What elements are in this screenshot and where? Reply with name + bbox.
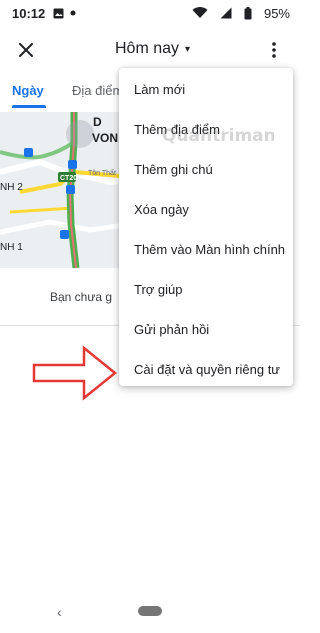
system-nav-bar: ‹ bbox=[0, 596, 300, 633]
date-selector[interactable]: Hôm nay ▾ bbox=[115, 40, 190, 58]
svg-text:Quantrimang: Quantrimang bbox=[162, 126, 274, 146]
map-label-d: D bbox=[93, 115, 102, 129]
status-bar: 10:12 95% bbox=[0, 0, 300, 26]
dropdown-arrow-icon: ▾ bbox=[185, 43, 191, 55]
more-vert-icon[interactable] bbox=[266, 38, 282, 62]
dot-icon bbox=[70, 10, 76, 16]
overflow-menu: Làm mới Thêm địa điểm Thêm ghi chú Xóa n… bbox=[119, 68, 293, 386]
app-bar: Hôm nay ▾ bbox=[0, 26, 300, 74]
map-label-street: Tôn Thất bbox=[88, 168, 116, 177]
annotation-arrow-icon bbox=[32, 345, 118, 406]
status-time: 10:12 bbox=[12, 5, 46, 21]
map-label-von: VON bbox=[92, 131, 118, 145]
close-icon[interactable] bbox=[14, 38, 38, 62]
battery-percent: 95% bbox=[263, 5, 290, 21]
page-title: Hôm nay bbox=[115, 40, 180, 57]
tab-places[interactable]: Địa điểm bbox=[72, 74, 123, 112]
menu-item-help[interactable]: Trợ giúp bbox=[119, 270, 293, 310]
wifi-icon bbox=[192, 7, 208, 19]
empty-timeline-message: Bạn chưa g bbox=[50, 290, 113, 304]
tab-day[interactable]: Ngày bbox=[12, 74, 46, 112]
menu-item-delete-day[interactable]: Xóa ngày bbox=[119, 190, 293, 230]
map-label-nh1: NH 1 bbox=[0, 242, 23, 253]
menu-item-refresh[interactable]: Làm mới bbox=[119, 70, 293, 110]
map-label-nh2: NH 2 bbox=[0, 182, 23, 193]
watermark-logo: Quantrimang bbox=[162, 122, 288, 153]
back-nav-icon[interactable]: ‹ bbox=[57, 604, 62, 620]
menu-item-settings-privacy[interactable]: Cài đặt và quyền riêng tư bbox=[119, 350, 293, 390]
menu-item-add-note[interactable]: Thêm ghi chú bbox=[119, 150, 293, 190]
menu-item-add-to-home[interactable]: Thêm vào Màn hình chính bbox=[119, 230, 293, 270]
home-pill-icon[interactable] bbox=[138, 606, 162, 616]
battery-icon bbox=[244, 6, 252, 20]
map-label-ct20: CT20 bbox=[60, 175, 77, 182]
signal-icon bbox=[220, 7, 232, 19]
image-icon bbox=[53, 8, 64, 19]
menu-item-feedback[interactable]: Gửi phản hồi bbox=[119, 310, 293, 350]
